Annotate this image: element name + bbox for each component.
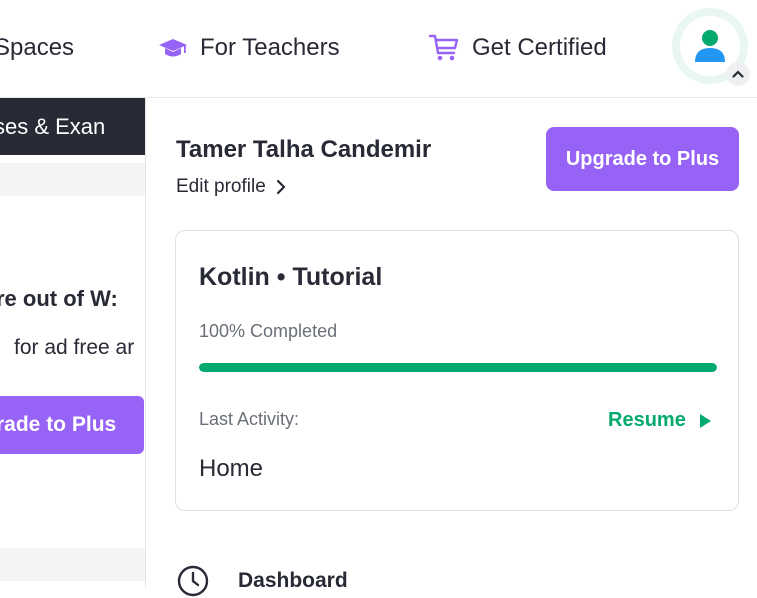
- last-activity-label: Last Activity:: [199, 409, 300, 429]
- background-page: ses & Exan re out of W: for ad free ar r…: [0, 98, 145, 588]
- background-courses-label: ses & Exan: [0, 113, 106, 139]
- menu-item-dashboard[interactable]: Dashboard: [176, 564, 348, 598]
- background-courses-bar[interactable]: ses & Exan: [0, 98, 145, 155]
- background-divider: [0, 548, 145, 581]
- chevron-right-icon: [276, 179, 285, 195]
- background-upgrade-label: rade to Plus: [0, 413, 117, 436]
- nav-for-teachers-link[interactable]: For Teachers: [158, 30, 340, 66]
- course-title: Kotlin • Tutorial: [199, 263, 383, 291]
- nav-spaces-label: Spaces: [0, 34, 75, 61]
- chevron-up-icon[interactable]: [726, 62, 750, 86]
- progress-bar-fill: [199, 363, 717, 372]
- last-activity-value: Home: [199, 455, 264, 482]
- background-upgrade-button[interactable]: rade to Plus: [0, 396, 144, 454]
- edit-profile-label: Edit profile: [176, 176, 266, 197]
- user-name: Tamer Talha Candemir: [176, 136, 432, 163]
- nav-for-teachers-label: For Teachers: [200, 34, 340, 61]
- menu-item-dashboard-label: Dashboard: [238, 569, 348, 592]
- upgrade-to-plus-button[interactable]: Upgrade to Plus: [546, 127, 739, 191]
- resume-link[interactable]: Resume: [608, 409, 711, 432]
- nav-get-certified-link[interactable]: Get Certified: [428, 30, 607, 66]
- graduation-cap-icon: [159, 39, 187, 57]
- background-text: for ad free ar: [14, 336, 135, 359]
- nav-get-certified-label: Get Certified: [472, 34, 607, 61]
- top-navigation: Spaces For Teachers Get Certified: [0, 0, 757, 98]
- edit-profile-link[interactable]: Edit profile: [176, 176, 286, 198]
- user-icon: [695, 30, 725, 62]
- progress-bar: [199, 363, 717, 372]
- background-heading: re out of W:: [0, 286, 118, 311]
- background-divider: [0, 163, 145, 196]
- play-icon: [699, 413, 711, 428]
- cart-icon: [428, 34, 459, 61]
- user-dropdown-panel: Tamer Talha Candemir Edit profile Upgrad…: [145, 98, 757, 597]
- resume-label: Resume: [608, 409, 686, 431]
- course-progress-card[interactable]: Kotlin • Tutorial 100% Completed Last Ac…: [175, 230, 739, 511]
- clock-icon: [177, 565, 209, 597]
- nav-spaces-link[interactable]: Spaces: [0, 30, 74, 66]
- progress-label: 100% Completed: [199, 321, 338, 341]
